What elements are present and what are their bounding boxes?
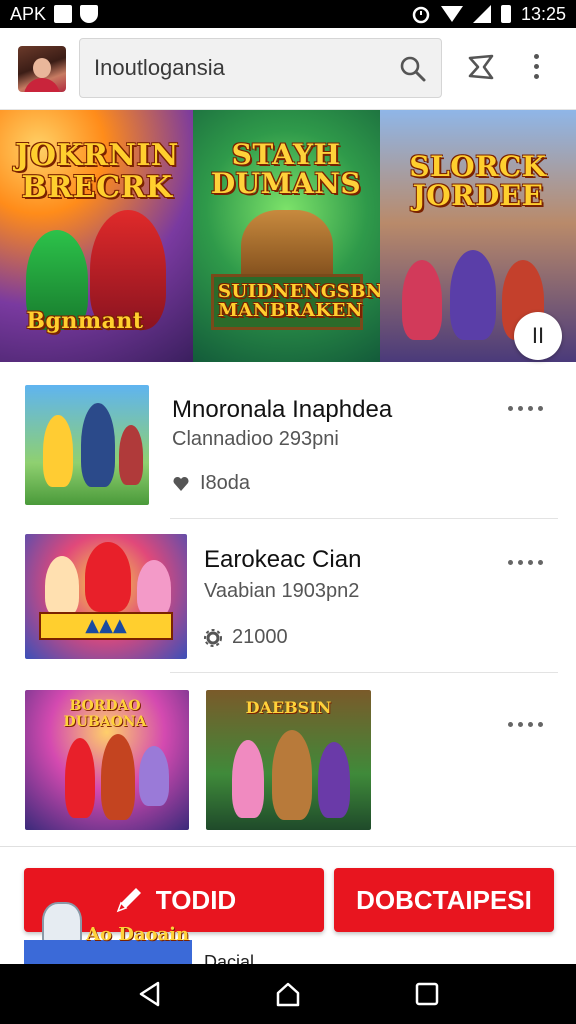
recents-icon[interactable] <box>414 981 440 1007</box>
divider <box>170 672 558 673</box>
more-horiz-icon[interactable] <box>508 560 543 565</box>
banner-carousel[interactable]: JOKRNIN BRECRK Bgnmant STAYH DUMANS SUID… <box>0 110 576 362</box>
gear-icon <box>204 628 222 647</box>
game-thumbnail[interactable]: BORDAO DUBAONA <box>25 690 189 830</box>
heart-icon <box>173 476 189 491</box>
slide-title: JOKRNIN BRECRK <box>15 138 179 205</box>
status-bar: APK 13:25 <box>0 0 576 28</box>
wifi-icon <box>440 6 463 22</box>
signal-icon <box>472 5 491 23</box>
slide-caption: SUIDNENGSBN MANBRAKEN <box>211 274 380 330</box>
app-label: APK <box>10 3 47 24</box>
share-icon[interactable] <box>466 52 496 82</box>
game-thumbnail[interactable] <box>25 385 149 505</box>
banner-slide-1[interactable]: JOKRNIN BRECRK Bgnmant <box>0 110 193 362</box>
clock: 13:25 <box>520 3 566 24</box>
slide-title: STAYH DUMANS <box>210 138 362 201</box>
search-icon[interactable] <box>399 55 427 83</box>
secondary-action-label: DOBCTAIPESI <box>356 884 532 915</box>
game-thumbnail[interactable]: DAEBSIN <box>206 690 371 830</box>
item-subtitle: Clannadioo 293pni <box>172 428 339 450</box>
home-icon[interactable] <box>274 980 302 1008</box>
slide-title: SLORCK JORDEE <box>409 150 547 213</box>
secondary-action-button[interactable]: DOBCTAIPESI <box>334 868 554 932</box>
more-horiz-icon[interactable] <box>508 406 543 411</box>
more-horiz-icon[interactable] <box>508 722 543 727</box>
avatar[interactable] <box>18 46 66 92</box>
slide-caption: Bgnmant <box>26 308 144 334</box>
image-icon <box>54 5 73 23</box>
item-meta: I8oda <box>172 472 250 495</box>
mascot-caption: Ao Daoain <box>86 924 190 945</box>
more-vert-icon[interactable] <box>534 54 539 79</box>
mascot-image: Ao Daoain <box>24 900 192 964</box>
item-subtitle: Vaabian 1903pn2 <box>204 580 360 602</box>
battery-icon <box>500 5 511 23</box>
alarm-icon <box>412 6 430 24</box>
search-text: Inoutlogansia <box>94 55 225 80</box>
item-meta-text: I8oda <box>200 472 251 494</box>
divider <box>0 846 576 847</box>
thumb-caption: BORDAO DUBAONA <box>63 698 147 730</box>
game-thumbnail[interactable]: ▲▲▲ <box>25 534 187 659</box>
search-input[interactable]: Inoutlogansia <box>79 38 442 98</box>
item-title: Mnoronala Inaphdea <box>172 396 393 423</box>
divider <box>170 518 558 519</box>
item-title: Earokeac Cian <box>204 546 362 573</box>
system-nav-bar <box>0 964 576 1024</box>
pause-button[interactable]: II <box>514 312 562 360</box>
shield-icon <box>80 5 99 23</box>
thumb-caption: DAEBSIN <box>245 698 332 717</box>
banner-slide-2[interactable]: STAYH DUMANS SUIDNENGSBN MANBRAKEN <box>193 110 380 362</box>
item-meta: 21000 <box>204 626 288 649</box>
app-bar: Inoutlogansia <box>0 28 576 110</box>
back-icon[interactable] <box>136 980 162 1008</box>
item-meta-text: 21000 <box>232 626 288 648</box>
